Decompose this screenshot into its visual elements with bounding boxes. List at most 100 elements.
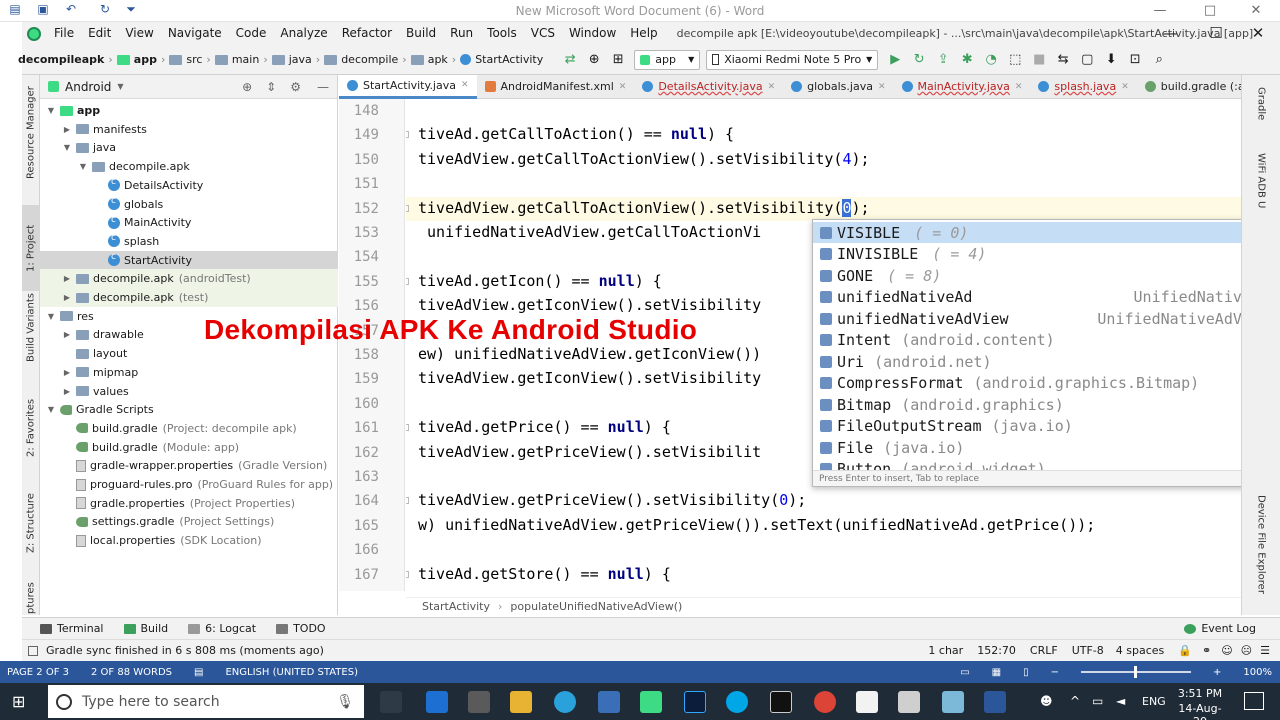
clock-date[interactable]: 14-Aug-20	[1176, 702, 1224, 720]
code-line[interactable]: tiveAd.getStore() == null) {	[418, 565, 671, 583]
crumb-method[interactable]: populateUnifiedNativeAdView()	[510, 600, 682, 613]
code-line[interactable]: tiveAd.getIcon() == null) {	[418, 272, 662, 290]
indent[interactable]: 4 spaces	[1116, 644, 1165, 657]
hide-icon[interactable]: —	[317, 80, 329, 94]
menu-build[interactable]: Build	[399, 22, 443, 45]
tab-device-file-explorer[interactable]: Device File Explorer	[1252, 495, 1270, 605]
tree-item[interactable]: gradle.properties (Project Properties)	[40, 494, 338, 513]
skype-icon[interactable]	[726, 691, 748, 713]
fold-marker-icon[interactable]	[406, 497, 409, 505]
crumb-class[interactable]: StartActivity	[422, 600, 490, 613]
fold-marker-icon[interactable]	[406, 204, 409, 212]
build-tab[interactable]: Build	[123, 622, 168, 635]
tree-item[interactable]: globals	[40, 195, 338, 214]
collapse-arrow-icon[interactable]: ▶	[62, 125, 72, 134]
breadcrumb-item[interactable]: main	[214, 53, 259, 66]
completion-item[interactable]: INVISIBLE( = 4)int	[813, 244, 1277, 265]
fold-marker-icon[interactable]	[406, 424, 409, 432]
expand-arrow-icon[interactable]: ▼	[46, 405, 56, 414]
menu-edit[interactable]: Edit	[81, 22, 118, 45]
close-icon[interactable]: ✕	[461, 80, 469, 90]
maximize-button[interactable]: ☐	[1194, 22, 1238, 45]
project-view-select[interactable]: Android	[65, 80, 111, 94]
menu-refactor[interactable]: Refactor	[335, 22, 399, 45]
minimize-button[interactable]: —	[1148, 22, 1192, 45]
breadcrumb-item[interactable]: apk	[410, 53, 448, 66]
tab-resource-manager[interactable]: Resource Manager	[22, 85, 40, 181]
tab-detailsactivityjava[interactable]: DetailsActivity.java ✕	[634, 75, 783, 99]
tree-item[interactable]: MainActivity	[40, 213, 338, 232]
app2-icon[interactable]	[942, 691, 964, 713]
close-button[interactable]: ✕	[1236, 22, 1280, 45]
collapse-arrow-icon[interactable]: ▶	[62, 274, 72, 283]
git-icon[interactable]: ⚭	[1202, 644, 1211, 657]
avd-manager-icon[interactable]: ▢	[1078, 51, 1096, 69]
page-count[interactable]: PAGE 2 OF 3	[7, 667, 69, 678]
tree-item[interactable]: StartActivity	[40, 250, 338, 270]
tree-item[interactable]: build.gradle (Project: decompile apk)	[40, 419, 338, 438]
notepad-icon[interactable]	[856, 691, 878, 713]
close-icon[interactable]: ✕	[1121, 82, 1129, 92]
menu-window[interactable]: Window	[562, 22, 623, 45]
expand-arrow-icon[interactable]: ▼	[78, 162, 88, 171]
tab-androidmanifestxml[interactable]: AndroidManifest.xml ✕	[477, 75, 635, 99]
tree-item[interactable]: build.gradle (Module: app)	[40, 438, 338, 457]
attach-debugger-icon[interactable]: ⬚	[1006, 51, 1024, 69]
close-icon[interactable]: ✕	[878, 82, 886, 92]
layout-inspector-icon[interactable]: ⊡	[1126, 51, 1144, 69]
code-line[interactable]: tiveAd.getPrice() == null) {	[418, 418, 671, 436]
menu-help[interactable]: Help	[623, 22, 664, 45]
battery-icon[interactable]: ▭	[1092, 694, 1103, 708]
profile-icon[interactable]: ◔	[982, 51, 1000, 69]
completion-item[interactable]: unifiedNativeAd UnifiedNativeAd	[813, 287, 1277, 308]
apply-changes-icon[interactable]: ↻	[910, 51, 928, 69]
menu-analyze[interactable]: Analyze	[273, 22, 334, 45]
breadcrumb-item[interactable]: decompileapk	[18, 53, 104, 66]
encoding[interactable]: UTF-8	[1072, 644, 1104, 657]
tree-item[interactable]: ▶ manifests	[40, 120, 338, 139]
expand-arrow-icon[interactable]: ▼	[46, 312, 56, 321]
image-viewer-icon[interactable]	[898, 691, 920, 713]
fold-marker-icon[interactable]	[406, 570, 409, 578]
tab-project[interactable]: 1: Project	[22, 205, 40, 291]
power-save-icon[interactable]: ☰	[1260, 644, 1270, 657]
tree-item[interactable]: ▼ Gradle Scripts	[40, 400, 338, 419]
fold-marker-icon[interactable]	[406, 131, 409, 139]
zoom-in-button[interactable]: +	[1213, 667, 1221, 678]
people-icon[interactable]: ☻	[1040, 694, 1053, 708]
logcat-tab[interactable]: 6: Logcat	[188, 622, 256, 635]
collapse-arrow-icon[interactable]: ▶	[62, 368, 72, 377]
windows-start-icon[interactable]: ⊞	[12, 693, 30, 711]
sad-icon[interactable]: ☹	[1241, 644, 1252, 657]
completion-item[interactable]: GONE( = 8)int	[813, 265, 1277, 286]
web-layout-icon[interactable]: ▯	[1023, 667, 1029, 678]
menu-vcs[interactable]: VCS	[524, 22, 562, 45]
menu-view[interactable]: View	[118, 22, 160, 45]
task-view-icon[interactable]	[380, 691, 402, 713]
menu-file[interactable]: File	[47, 22, 81, 45]
terminal-task-icon[interactable]	[770, 691, 792, 713]
happy-icon[interactable]: ☺	[1221, 644, 1232, 657]
store-icon[interactable]	[468, 691, 490, 713]
photoshop-icon[interactable]	[684, 691, 706, 713]
code-line[interactable]: tiveAdView.getCallToActionView().setVisi…	[418, 198, 870, 217]
print-layout-icon[interactable]: ▦	[992, 667, 1001, 678]
tab-captures[interactable]: ptures	[22, 582, 40, 614]
chevron-down-icon[interactable]: ▼	[117, 82, 123, 91]
tree-item[interactable]: ▼ decompile.apk	[40, 157, 338, 176]
mail-icon[interactable]	[426, 691, 448, 713]
chevron-up-icon[interactable]: ^	[1070, 694, 1080, 708]
zoom-out-button[interactable]: −	[1051, 667, 1059, 678]
tab-wifi-adb[interactable]: WiFi ADB U	[1252, 153, 1270, 229]
tree-item[interactable]: ▶ mipmap	[40, 363, 338, 382]
expand-arrow-icon[interactable]: ▼	[62, 143, 72, 152]
stop-icon[interactable]: ■	[1030, 51, 1048, 69]
tab-gradle[interactable]: Gradle	[1252, 87, 1270, 135]
structure-icon[interactable]: ⊞	[609, 51, 627, 69]
language[interactable]: ENGLISH (UNITED STATES)	[225, 667, 358, 678]
proofing-icon[interactable]: ▤	[194, 667, 203, 678]
language-indicator[interactable]: ENG	[1142, 695, 1166, 708]
read-mode-icon[interactable]: ▭	[960, 667, 969, 678]
tab-splashjava[interactable]: splash.java ✕	[1030, 75, 1136, 99]
android-studio-task-icon[interactable]	[640, 691, 662, 713]
